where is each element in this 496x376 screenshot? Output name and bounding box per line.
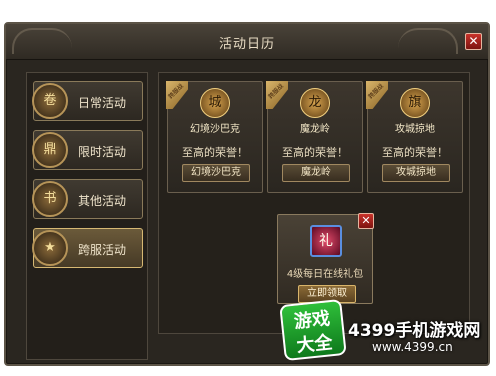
activity-card-shabak[interactable]: 跨服战 城 幻境沙巴克 至高的荣誉！ 幻境沙巴克 [166, 81, 263, 193]
watermark-logo: 游戏 大全 [279, 298, 347, 362]
cauldron-icon: 鼎 [32, 132, 68, 168]
sidebar-item-other[interactable]: 书 其他活动 [32, 179, 143, 219]
card-honor-text: 至高的荣誉！ [382, 146, 448, 159]
card-enter-button[interactable]: 魔龙岭 [282, 164, 350, 182]
watermark-url: www.4399.cn [372, 340, 453, 354]
activity-card-dragon-ridge[interactable]: 跨服战 龙 魔龙岭 至高的荣誉！ 魔龙岭 [266, 81, 363, 193]
site-watermark: 游戏 大全 4399手机游戏网 www.4399.cn [279, 298, 490, 362]
scroll-icon: 卷 [32, 83, 68, 119]
sidebar-item-cross-server[interactable]: ★ 跨服活动 [32, 228, 143, 268]
sidebar-item-limited[interactable]: 鼎 限时活动 [32, 130, 143, 170]
book-icon: 书 [32, 181, 68, 217]
close-icon: ✕ [468, 34, 479, 48]
sidebar-item-label: 跨服活动 [78, 243, 127, 257]
card-title: 幻境沙巴克 [190, 124, 240, 135]
sidebar-item-label: 限时活动 [78, 145, 127, 159]
castle-icon: 城 [200, 88, 230, 118]
fortress-icon: 旗 [400, 88, 430, 118]
dragon-icon: 龙 [300, 88, 330, 118]
watermark-logo-line2: 大全 [295, 332, 334, 357]
emblem-icon: ★ [32, 230, 68, 266]
daily-gift-popup: ✕ 礼 4级每日在线礼包 立即领取 [277, 213, 374, 304]
card-title: 魔龙岭 [300, 124, 330, 135]
sidebar-item-label: 日常活动 [78, 96, 127, 110]
watermark-title: 4399手机游戏网 [348, 321, 481, 341]
sidebar-item-daily[interactable]: 卷 日常活动 [32, 81, 143, 121]
card-enter-button[interactable]: 幻境沙巴克 [182, 164, 250, 182]
card-honor-text: 至高的荣誉！ [182, 146, 248, 159]
sidebar-item-label: 其他活动 [78, 194, 127, 208]
card-honor-text: 至高的荣誉！ [282, 146, 348, 159]
card-title: 攻城掠地 [395, 124, 435, 135]
title-bar: 活动日历 ✕ [6, 24, 488, 60]
window-title: 活动日历 [218, 37, 275, 52]
gift-bag-icon: 礼 [310, 225, 342, 257]
activity-category-sidebar: 卷 日常活动 鼎 限时活动 书 其他活动 ★ 跨服活动 [26, 72, 148, 360]
gift-description: 4级每日在线礼包 [286, 269, 364, 280]
close-icon: ✕ [361, 214, 371, 227]
popup-close-button[interactable]: ✕ [358, 213, 374, 229]
card-enter-button[interactable]: 攻城掠地 [382, 164, 450, 182]
activity-card-siege[interactable]: 跨服战 旗 攻城掠地 至高的荣誉！ 攻城掠地 [366, 81, 463, 193]
close-button[interactable]: ✕ [465, 33, 482, 50]
